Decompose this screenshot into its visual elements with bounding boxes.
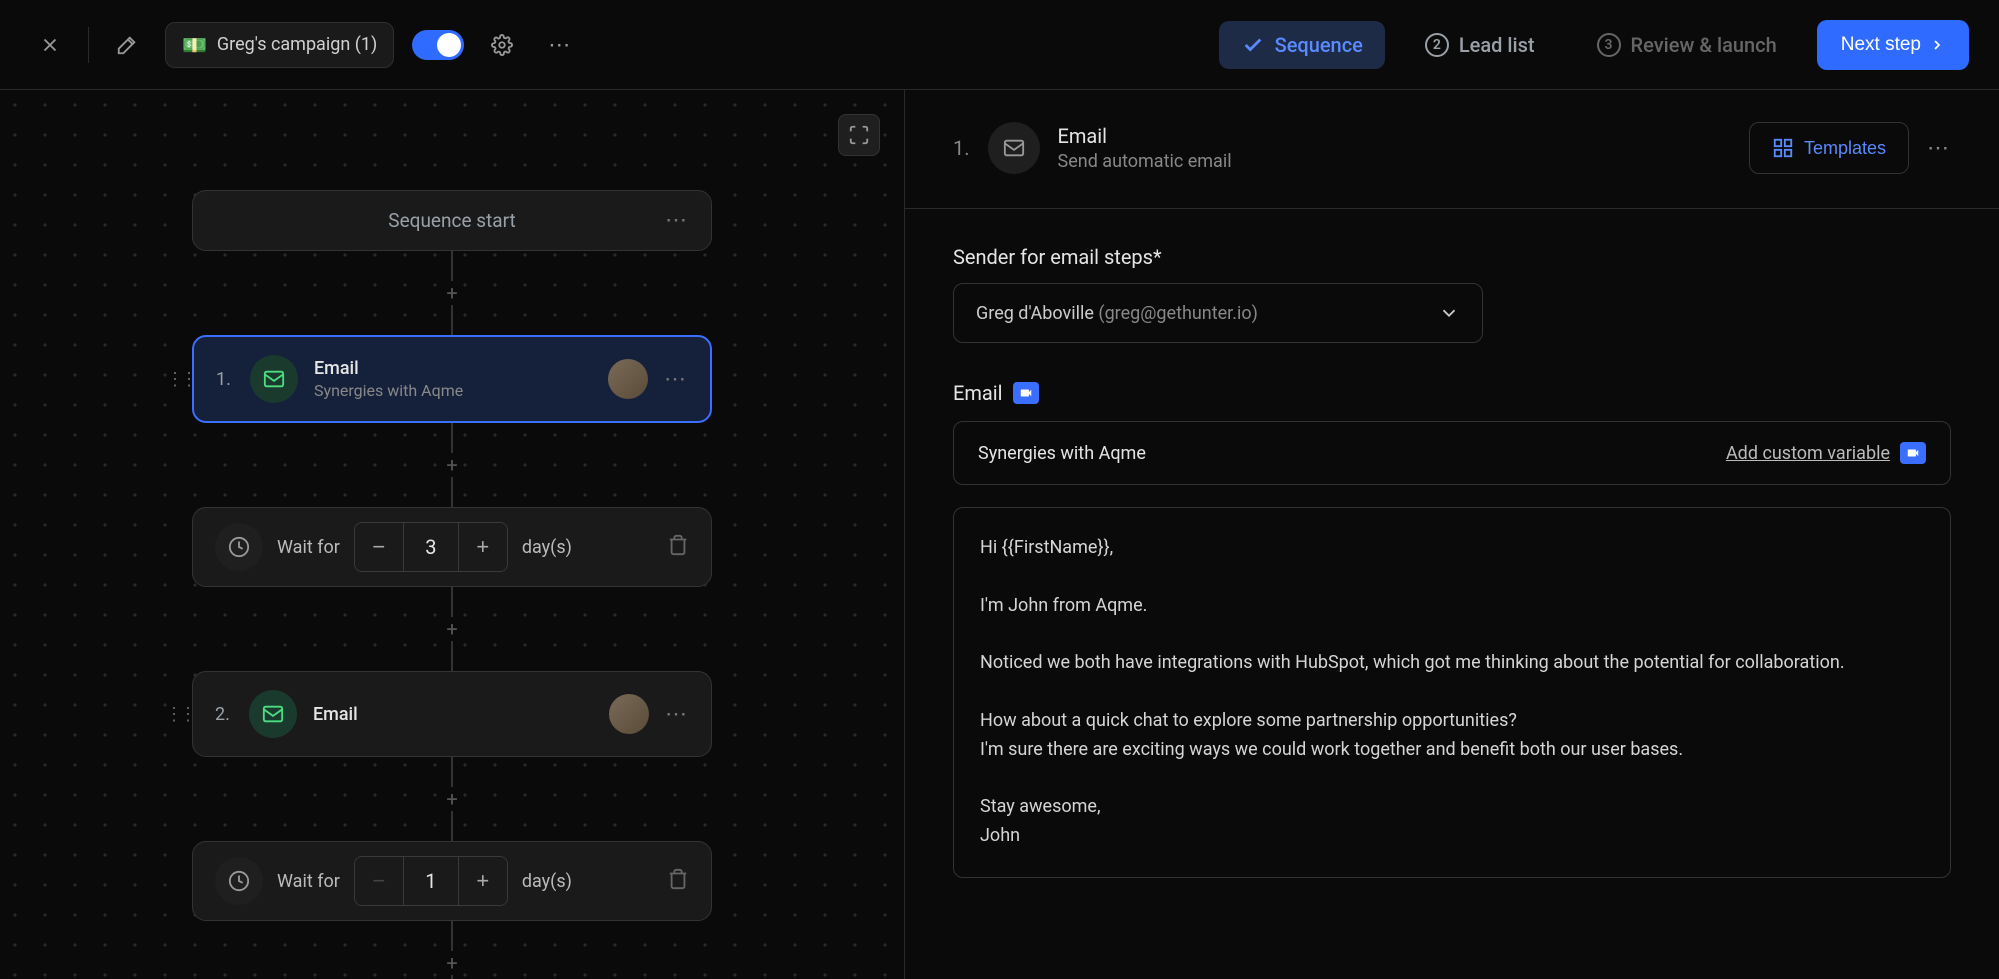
node-title: Email	[313, 704, 593, 725]
wait-value[interactable]: 1	[403, 857, 459, 905]
wait-node: Wait for − 1 + day(s)	[192, 841, 712, 921]
wait-suffix: day(s)	[522, 871, 653, 892]
avatar	[609, 694, 649, 734]
top-bar: 💵 Greg's campaign (1) ⋯ Sequence 2 Lead …	[0, 0, 1999, 90]
magic-wand-icon	[116, 34, 138, 56]
step-label: Sequence	[1275, 33, 1363, 57]
sequence-start-node: Sequence start ⋯	[192, 190, 712, 251]
step-number: 2.	[215, 704, 233, 725]
step-lead-list[interactable]: 2 Lead list	[1403, 21, 1557, 69]
close-button[interactable]	[30, 25, 70, 65]
expand-icon	[848, 124, 870, 146]
clock-icon	[215, 857, 263, 905]
chevron-right-icon	[1929, 37, 1945, 53]
next-step-button[interactable]: Next step	[1817, 20, 1969, 70]
email-icon	[249, 690, 297, 738]
magic-wand-button[interactable]	[107, 25, 147, 65]
sender-select[interactable]: Greg d'Aboville (greg@gethunter.io)	[953, 283, 1483, 343]
wait-value[interactable]: 3	[403, 523, 459, 571]
step-number: 3	[1597, 33, 1621, 57]
step-sequence[interactable]: Sequence	[1219, 21, 1385, 69]
add-step-button[interactable]: +	[440, 617, 464, 641]
check-icon	[1241, 33, 1265, 57]
campaign-emoji: 💵	[182, 33, 207, 57]
email-section-label: Email	[953, 381, 1003, 405]
email-step-node[interactable]: ⋮⋮ 1. Email Synergies with Aqme ⋯	[192, 335, 712, 423]
node-more-button[interactable]: ⋯	[664, 367, 688, 392]
subject-text: Synergies with Aqme	[978, 443, 1146, 464]
email-icon	[988, 122, 1040, 174]
campaign-name-text: Greg's campaign (1)	[217, 34, 377, 55]
detail-more-button[interactable]: ⋯	[1927, 136, 1951, 161]
email-body-editor[interactable]: Hi {{FirstName}}, I'm John from Aqme. No…	[953, 507, 1951, 878]
more-icon: ⋯	[548, 32, 572, 58]
drag-handle[interactable]: ⋮⋮	[166, 369, 194, 390]
add-step-button[interactable]: +	[440, 281, 464, 305]
drag-handle[interactable]: ⋮⋮	[165, 704, 193, 725]
delete-wait-button[interactable]	[667, 534, 689, 560]
add-variable-button[interactable]: Add custom variable	[1726, 442, 1926, 464]
wait-node: Wait for − 3 + day(s)	[192, 507, 712, 587]
node-more-button[interactable]: ⋯	[665, 702, 689, 727]
templates-icon	[1772, 137, 1794, 159]
settings-button[interactable]	[482, 25, 522, 65]
avatar	[608, 359, 648, 399]
step-number: 1.	[216, 369, 234, 390]
detail-panel: 1. Email Send automatic email Templates …	[905, 90, 1999, 979]
toggle-knob	[437, 33, 461, 57]
delete-wait-button[interactable]	[667, 868, 689, 894]
divider	[88, 27, 89, 63]
add-step-button[interactable]: +	[440, 787, 464, 811]
campaign-toggle[interactable]	[412, 30, 464, 60]
node-subtitle: Synergies with Aqme	[314, 381, 592, 400]
sender-name: Greg d'Aboville	[976, 303, 1094, 324]
increment-button[interactable]: +	[459, 523, 507, 571]
add-step-button[interactable]: +	[440, 453, 464, 477]
more-button[interactable]: ⋯	[540, 25, 580, 65]
close-icon	[39, 34, 61, 56]
wait-stepper: − 3 +	[354, 522, 508, 572]
sequence-canvas: Sequence start ⋯ + ⋮⋮ 1. Email Synergies…	[0, 90, 905, 979]
next-step-label: Next step	[1841, 34, 1921, 56]
gear-icon	[491, 34, 513, 56]
email-step-node[interactable]: ⋮⋮ 2. Email ⋯	[192, 671, 712, 757]
detail-title: Email	[1058, 124, 1232, 148]
sequence-start-label: Sequence start	[388, 209, 515, 232]
decrement-button[interactable]: −	[355, 857, 403, 905]
node-more-button[interactable]: ⋯	[665, 208, 689, 233]
wait-prefix: Wait for	[277, 871, 340, 892]
detail-subtitle: Send automatic email	[1058, 151, 1232, 172]
email-subject-input[interactable]: Synergies with Aqme Add custom variable	[953, 421, 1951, 485]
decrement-button[interactable]: −	[355, 523, 403, 571]
sender-label: Sender for email steps*	[953, 245, 1951, 269]
email-icon	[250, 355, 298, 403]
detail-step-number: 1.	[953, 136, 970, 160]
wait-suffix: day(s)	[522, 537, 653, 558]
step-review-launch[interactable]: 3 Review & launch	[1575, 21, 1799, 69]
campaign-name-chip[interactable]: 💵 Greg's campaign (1)	[165, 22, 394, 68]
video-badge-icon	[1900, 442, 1926, 464]
chevron-down-icon	[1438, 302, 1460, 324]
add-variable-label: Add custom variable	[1726, 443, 1890, 464]
templates-label: Templates	[1804, 138, 1886, 159]
increment-button[interactable]: +	[459, 857, 507, 905]
templates-button[interactable]: Templates	[1749, 122, 1909, 174]
wait-prefix: Wait for	[277, 537, 340, 558]
add-step-button[interactable]: +	[440, 951, 464, 975]
node-title: Email	[314, 358, 592, 379]
step-label: Review & launch	[1631, 33, 1777, 57]
video-badge-icon[interactable]	[1013, 382, 1039, 404]
clock-icon	[215, 523, 263, 571]
sender-email: (greg@gethunter.io)	[1098, 303, 1257, 324]
expand-canvas-button[interactable]	[838, 114, 880, 156]
step-number: 2	[1425, 33, 1449, 57]
wait-stepper: − 1 +	[354, 856, 508, 906]
step-label: Lead list	[1459, 33, 1535, 57]
